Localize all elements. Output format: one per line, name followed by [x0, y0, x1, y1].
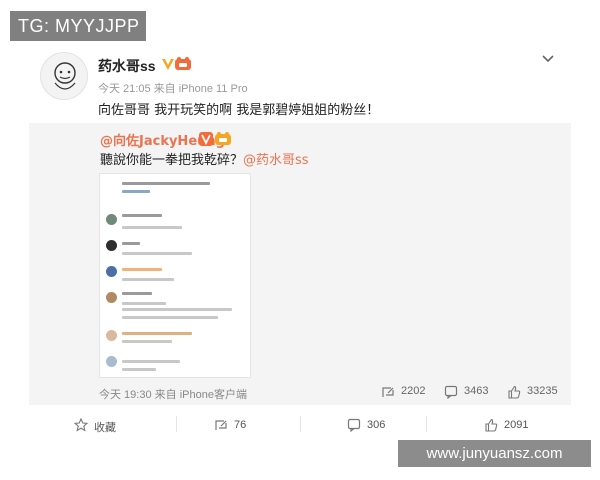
vip-badge-icon [175, 57, 191, 70]
like-icon [485, 418, 498, 432]
repost-button[interactable]: 76 [214, 418, 274, 434]
repost-mention-link[interactable]: @药水哥ss [243, 153, 309, 168]
watermark-site: www.junyuansz.com [398, 440, 591, 467]
embedded-screenshot-image[interactable] [99, 173, 251, 378]
like-action-count: 2091 [504, 419, 529, 431]
star-icon [74, 418, 88, 432]
post-text: 向佐哥哥 我开玩笑的啊 我是郭碧婷姐姐的粉丝！ [98, 103, 380, 118]
like-button[interactable]: 2091 [484, 418, 544, 434]
divider [176, 416, 177, 432]
favorite-label: 收藏 [94, 422, 116, 434]
comment-icon [347, 418, 361, 432]
watermark-tg: TG: MYYJJPP [10, 11, 146, 41]
like-icon [508, 385, 521, 399]
vip-badge-icon [215, 132, 231, 145]
repost-icon [215, 420, 227, 430]
comment-button[interactable]: 306 [347, 418, 407, 434]
post-meta: 今天 21:05 来自 iPhone 11 Pro [98, 83, 248, 95]
post-username[interactable]: 药水哥ss [98, 56, 156, 76]
avatar-face-icon [54, 62, 76, 90]
repost-text-body: 聽說你能一拳把我乾碎？ [100, 153, 244, 168]
divider [300, 416, 301, 432]
repost-action-count: 76 [234, 419, 247, 431]
divider [426, 416, 427, 432]
repost-text: 聽說你能一拳把我乾碎？@药水哥ss [100, 149, 309, 168]
comment-action-count: 306 [367, 419, 386, 431]
repost-count-label: 2202 [401, 385, 426, 397]
avatar[interactable] [40, 52, 88, 100]
repost-icon [382, 387, 394, 397]
comment-count-label: 3463 [464, 385, 489, 397]
verified-v-icon [199, 132, 213, 146]
repost-meta: 今天 19:30 来自 iPhone客户端 [99, 389, 247, 401]
comment-icon [444, 385, 458, 399]
chevron-down-icon[interactable] [540, 50, 556, 66]
like-count-label: 33235 [527, 385, 558, 397]
like-count[interactable]: 33235 [507, 385, 562, 399]
repost-count[interactable]: 2202 [381, 385, 431, 399]
comment-count[interactable]: 3463 [444, 385, 494, 399]
favorite-button[interactable]: 收藏 [74, 418, 134, 434]
